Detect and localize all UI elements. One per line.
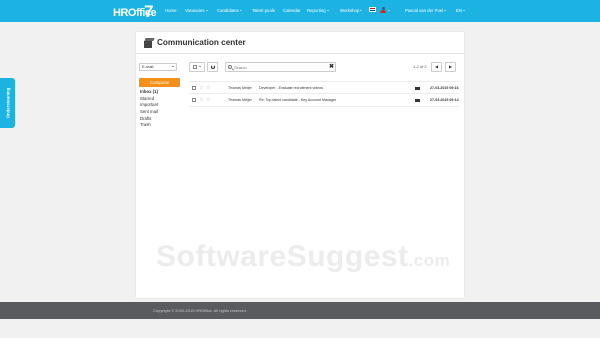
folder-starred[interactable]: Starred — [140, 96, 182, 103]
support-tab-label: Ondersteuning — [5, 87, 10, 119]
chevron-down-icon — [239, 10, 242, 12]
mail-row[interactable]: ☆ ☆ Thomas Meijer Re: Top talent candida… — [189, 94, 459, 107]
nav-workshop[interactable]: Workshop — [340, 8, 363, 14]
page-title: Communication center — [157, 38, 246, 47]
nav-user-label: Pascal van der Poel — [405, 8, 444, 13]
folder-important[interactable]: Important — [140, 102, 182, 109]
mail-row[interactable]: ☆ ☆ Thomas Meijer Developer - Evaluate r… — [189, 81, 459, 94]
search-icon — [228, 64, 232, 69]
refresh-button[interactable] — [207, 62, 218, 72]
mailbox-select-value: E-mail — [142, 64, 154, 69]
watermark-suffix: .com — [408, 251, 451, 270]
chevron-down-icon — [360, 10, 363, 12]
nav-candidates[interactable]: Candidates — [217, 8, 242, 14]
footer: Copyright © 2000-2015 HROffice. All righ… — [0, 302, 600, 319]
refresh-icon — [210, 64, 215, 69]
nav-vacancies[interactable]: Vacancies — [185, 8, 208, 14]
mail-subject: Developer - Evaluate recruitment videos — [259, 86, 323, 90]
row-checkbox[interactable] — [192, 98, 196, 102]
flag-icon[interactable] — [369, 7, 376, 12]
envelope-icon — [415, 86, 420, 90]
nav-vacancies-label: Vacancies — [185, 8, 205, 13]
nav-workshop-label: Workshop — [340, 8, 360, 13]
important-icon[interactable]: ☆ — [206, 85, 210, 91]
nav-reporting-label: Reporting — [307, 8, 326, 13]
prev-page-button[interactable]: ◀ — [431, 62, 442, 72]
nav-calendar[interactable]: Calendar — [283, 8, 300, 14]
select-all-checkbox[interactable] — [192, 64, 197, 69]
chevron-right-icon: ▶ — [448, 64, 453, 69]
mail-date: 27-03-2015 09:14 — [430, 98, 459, 102]
star-icon[interactable]: ☆ — [199, 85, 203, 91]
search-box: ✖ — [225, 62, 336, 72]
chevron-down-icon[interactable] — [387, 8, 390, 14]
top-navbar: HROffice 7 Home Vacancies Candidates Tal… — [0, 0, 600, 22]
next-page-button[interactable]: ▶ — [445, 62, 456, 72]
nav-user-menu[interactable]: Pascal van der Poel — [405, 8, 447, 14]
chevron-down-icon — [205, 10, 208, 12]
select-all-button[interactable] — [189, 62, 205, 72]
clear-icon[interactable]: ✖ — [329, 63, 334, 71]
folder-list: Inbox (1) Starred Important Sent mail Dr… — [140, 89, 182, 129]
mail-date: 27-03-2015 09:16 — [430, 86, 459, 90]
archive-box-icon — [144, 38, 155, 48]
envelope-icon — [415, 98, 420, 102]
row-checkbox[interactable] — [192, 86, 196, 90]
chevron-down-icon — [326, 10, 329, 12]
search-input[interactable] — [234, 63, 324, 71]
support-tab[interactable]: Ondersteuning — [0, 78, 15, 128]
star-icon[interactable]: ☆ — [199, 97, 203, 103]
chevron-down-icon — [199, 66, 202, 68]
folder-sent-mail[interactable]: Sent mail — [140, 109, 182, 116]
compose-button[interactable]: Compose — [139, 78, 180, 87]
important-icon[interactable]: ☆ — [206, 97, 210, 103]
panel-header: Communication center — [136, 32, 464, 54]
mail-sender: Thomas Meijer — [228, 86, 252, 90]
pagination-info: 1-2 of 2 — [413, 64, 427, 69]
nav-language[interactable]: EN — [456, 8, 465, 14]
mailbox-select[interactable]: E-mail — [139, 63, 177, 71]
chevron-down-icon — [172, 66, 174, 67]
mail-list: ☆ ☆ Thomas Meijer Developer - Evaluate r… — [189, 81, 459, 107]
folder-inbox[interactable]: Inbox (1) — [140, 89, 182, 96]
watermark: SoftwareSuggest.com — [156, 240, 450, 274]
chevron-down-icon — [444, 10, 447, 12]
user-icon[interactable] — [380, 7, 386, 13]
chevron-left-icon: ◀ — [434, 64, 439, 69]
main-nav: Home Vacancies Candidates Talent pools C… — [0, 0, 600, 22]
mail-sender: Thomas Meijer — [228, 98, 252, 102]
nav-home[interactable]: Home — [165, 8, 176, 14]
folder-drafts[interactable]: Drafts — [140, 116, 182, 123]
mail-subject: Re: Top talent candidate - Key Account M… — [259, 98, 337, 102]
chevron-down-icon — [462, 10, 465, 12]
nav-language-label: EN — [456, 8, 462, 13]
watermark-text: SoftwareSuggest — [156, 240, 409, 273]
nav-reporting[interactable]: Reporting — [307, 8, 329, 14]
copyright-text: Copyright © 2000-2015 HROffice. All righ… — [153, 308, 247, 313]
nav-candidates-label: Candidates — [217, 8, 239, 13]
nav-talent-pools[interactable]: Talent pools — [252, 8, 275, 14]
folder-trash[interactable]: Trash — [140, 122, 182, 129]
